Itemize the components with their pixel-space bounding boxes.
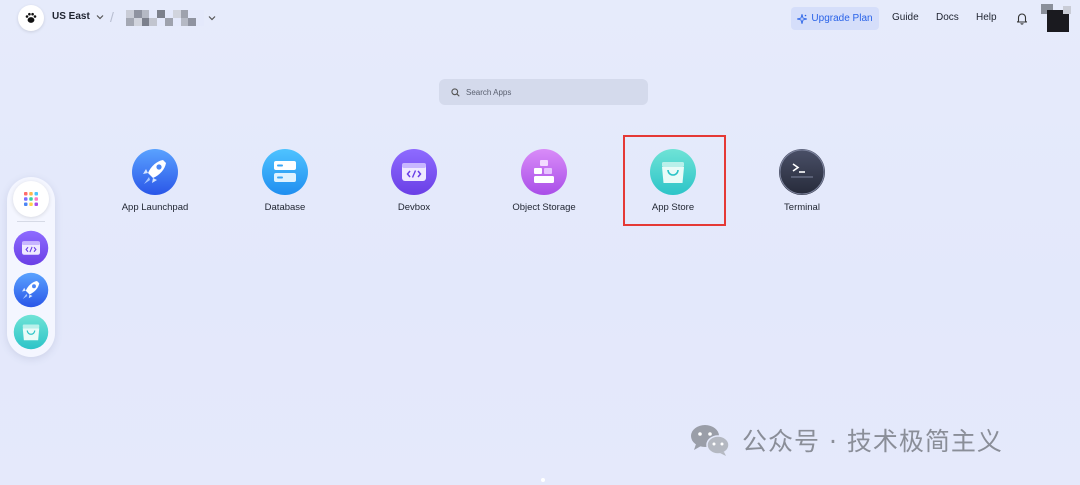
app-label: App Launchpad [121,202,189,213]
logo[interactable] [18,5,44,31]
upgrade-plan-label: Upgrade Plan [811,13,873,24]
database-tile[interactable]: Database [230,148,340,213]
app-label: Database [264,202,306,213]
page-indicator-dot[interactable] [541,478,545,482]
terminal-icon [779,149,825,195]
app-label: Object Storage [512,202,576,213]
object-storage-icon [521,149,567,195]
guide-link[interactable]: Guide [892,12,919,23]
breadcrumb-separator: / [110,9,114,25]
watermark-text: 公众号 · 技术极简主义 [742,427,1003,456]
wechat-icon [691,425,730,456]
rocket-icon [132,149,178,195]
region-selector[interactable]: US East [52,11,104,22]
search-placeholder: Search Apps [466,87,512,97]
notification-bell-icon[interactable] [1015,11,1029,25]
chevron-down-icon [96,14,104,19]
database-icon [262,149,308,195]
terminal-tile[interactable]: Terminal [747,148,857,213]
highlight-box [623,135,726,226]
chevron-down-icon [208,16,216,21]
devbox-tile[interactable]: Devbox [359,148,469,213]
app-label: Devbox [397,202,431,213]
app-dock [7,177,55,357]
docs-link[interactable]: Docs [936,12,959,23]
search-apps-input[interactable]: Search Apps [439,79,648,105]
launcher-grid-icon [24,192,38,206]
rocket-icon[interactable] [13,272,49,308]
watermark: 公众号 · 技术极简主义 [688,422,1003,458]
dock-launcher-button[interactable] [13,181,49,217]
top-bar: US East / Upgrade Plan Guide Docs Help [0,0,1080,36]
search-icon [451,87,460,97]
user-avatar[interactable] [1041,4,1071,32]
app-label: Terminal [784,202,820,213]
object-storage-tile[interactable]: Object Storage [489,148,599,213]
upgrade-plan-button[interactable]: Upgrade Plan [791,7,879,30]
devbox-icon [391,149,437,195]
app-launchpad-tile[interactable]: App Launchpad [100,148,210,213]
devbox-icon[interactable] [13,230,49,266]
sparkle-icon [797,13,808,24]
paw-logo-icon [25,12,37,23]
help-link[interactable]: Help [976,12,997,23]
workspace-selector[interactable] [126,10,216,26]
workspace-name-redacted [126,10,204,26]
shopping-bag-icon[interactable] [13,314,49,350]
dock-divider [17,221,45,222]
region-label: US East [52,11,90,22]
